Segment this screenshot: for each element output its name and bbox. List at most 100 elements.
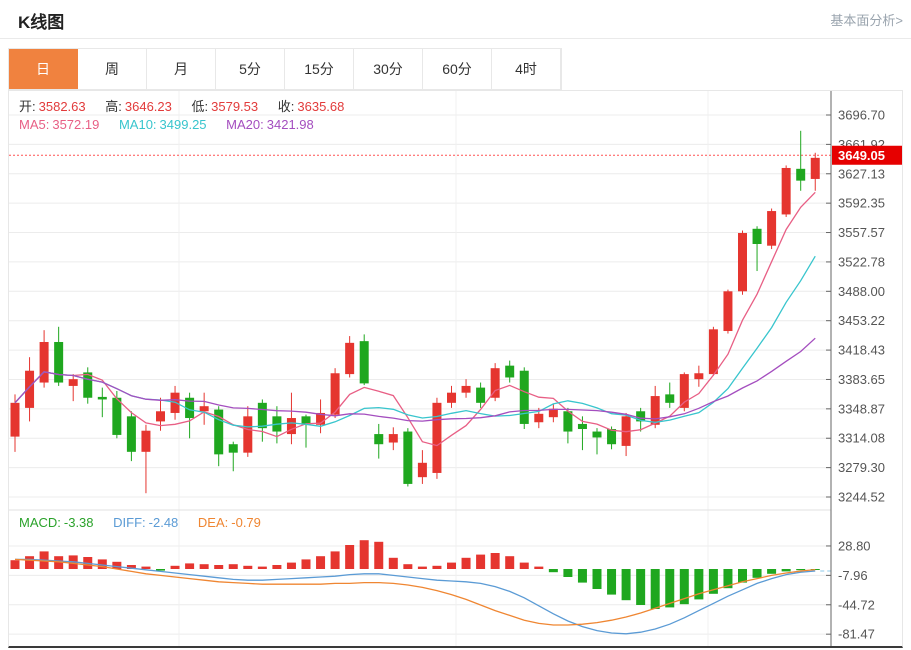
macd-label: MACD: [19, 515, 61, 530]
macd-bar [665, 569, 674, 607]
candle [753, 229, 762, 244]
candle [432, 403, 441, 473]
candle [534, 414, 543, 422]
macd-bar [418, 567, 427, 569]
candle [694, 373, 703, 379]
candle [345, 343, 354, 374]
high-value: 3646.23 [125, 99, 172, 114]
price-axis-label: 3627.13 [838, 166, 885, 181]
tab-4时[interactable]: 4时 [492, 49, 561, 89]
price-axis-label: 3522.78 [838, 254, 885, 269]
macd-bar [549, 569, 558, 572]
macd-bar [11, 560, 20, 569]
macd-bar [593, 569, 602, 589]
open-value: 3582.63 [39, 99, 86, 114]
tab-30分[interactable]: 30分 [354, 49, 423, 89]
candle [200, 406, 209, 411]
macd-bar [505, 556, 514, 569]
candle [287, 418, 296, 434]
kline-page: K线图 基本面分析> 日周月5分15分30分60分4时 3696.703661.… [0, 0, 911, 650]
macd-bar [331, 551, 340, 569]
price-axis-label: 3557.57 [838, 225, 885, 240]
price-axis-label: 3592.35 [838, 196, 885, 211]
candle [229, 444, 238, 452]
candle [607, 429, 616, 444]
macd-bar [534, 567, 543, 569]
fundamental-analysis-link[interactable]: 基本面分析> [830, 10, 903, 29]
macd-bar [287, 563, 296, 569]
candle [491, 368, 500, 398]
macd-bar [403, 564, 412, 569]
candle [723, 291, 732, 331]
price-axis-label: 3418.43 [838, 343, 885, 358]
macd-bar [258, 567, 267, 569]
price-axis-label: 3383.65 [838, 372, 885, 387]
tab-月[interactable]: 月 [147, 49, 216, 89]
candle [258, 403, 267, 428]
candle [520, 371, 529, 424]
candle [98, 397, 107, 400]
ma10-label: MA10: [119, 117, 157, 132]
macd-bar [636, 569, 645, 605]
tab-15分[interactable]: 15分 [285, 49, 354, 89]
candle [796, 169, 805, 181]
macd-bar [141, 567, 150, 569]
ma20-value: 3421.98 [267, 117, 314, 132]
candle [112, 398, 121, 435]
candle [578, 424, 587, 429]
ma10-value: 3499.25 [160, 117, 207, 132]
close-value: 3635.68 [297, 99, 344, 114]
macd-bar [229, 564, 238, 569]
candle [54, 342, 63, 383]
candle [141, 431, 150, 452]
candle [374, 434, 383, 444]
candle [563, 411, 572, 431]
macd-bar: MACD:-3.38 DIFF:-2.48 DEA:-0.79 [19, 515, 264, 530]
ma5-label: MA5: [19, 117, 49, 132]
low-label: 低: [192, 99, 209, 114]
close-label: 收: [278, 99, 295, 114]
candle [127, 416, 136, 451]
macd-bar [753, 569, 762, 578]
kline-chart-canvas[interactable]: 3696.703661.923627.133592.353557.573522.… [9, 91, 902, 646]
tab-日[interactable]: 日 [9, 49, 78, 89]
price-axis-label: 3696.70 [838, 108, 885, 123]
low-value: 3579.53 [211, 99, 258, 114]
macd-bar [156, 569, 165, 571]
candle [651, 396, 660, 425]
macd-bar [243, 566, 252, 569]
ma10-line [15, 256, 815, 427]
tab-周[interactable]: 周 [78, 49, 147, 89]
candle [665, 394, 674, 402]
price-axis-label: 3314.08 [838, 431, 885, 446]
candle [767, 211, 776, 246]
price-axis-label: 3348.87 [838, 401, 885, 416]
macd-bar [200, 564, 209, 569]
tab-60分[interactable]: 60分 [423, 49, 492, 89]
candle [243, 416, 252, 452]
macd-bar [447, 563, 456, 569]
macd-axis-label: -44.72 [838, 597, 875, 612]
macd-bar [171, 566, 180, 569]
dea-label: DEA: [198, 515, 228, 530]
macd-bar [316, 556, 325, 569]
tab-5分[interactable]: 5分 [216, 49, 285, 89]
macd-bar [462, 558, 471, 569]
candle [476, 388, 485, 403]
macd-axis-label: -7.96 [838, 568, 868, 583]
candle [360, 341, 369, 383]
macd-bar [563, 569, 572, 577]
header-divider [0, 38, 911, 39]
macd-bar [272, 565, 281, 569]
candle [593, 432, 602, 438]
price-axis-label: 3279.30 [838, 460, 885, 475]
price-axis-label: 3488.00 [838, 284, 885, 299]
ma5-line [15, 192, 815, 445]
dea-value: -0.79 [231, 515, 261, 530]
ma-bar: MA5:3572.19 MA10:3499.25 MA20:3421.98 [19, 117, 317, 132]
price-axis-label: 3453.22 [838, 313, 885, 328]
kline-chart[interactable]: 3696.703661.923627.133592.353557.573522.… [8, 90, 903, 648]
macd-bar [651, 569, 660, 609]
macd-bar [520, 563, 529, 569]
candle [709, 329, 718, 374]
